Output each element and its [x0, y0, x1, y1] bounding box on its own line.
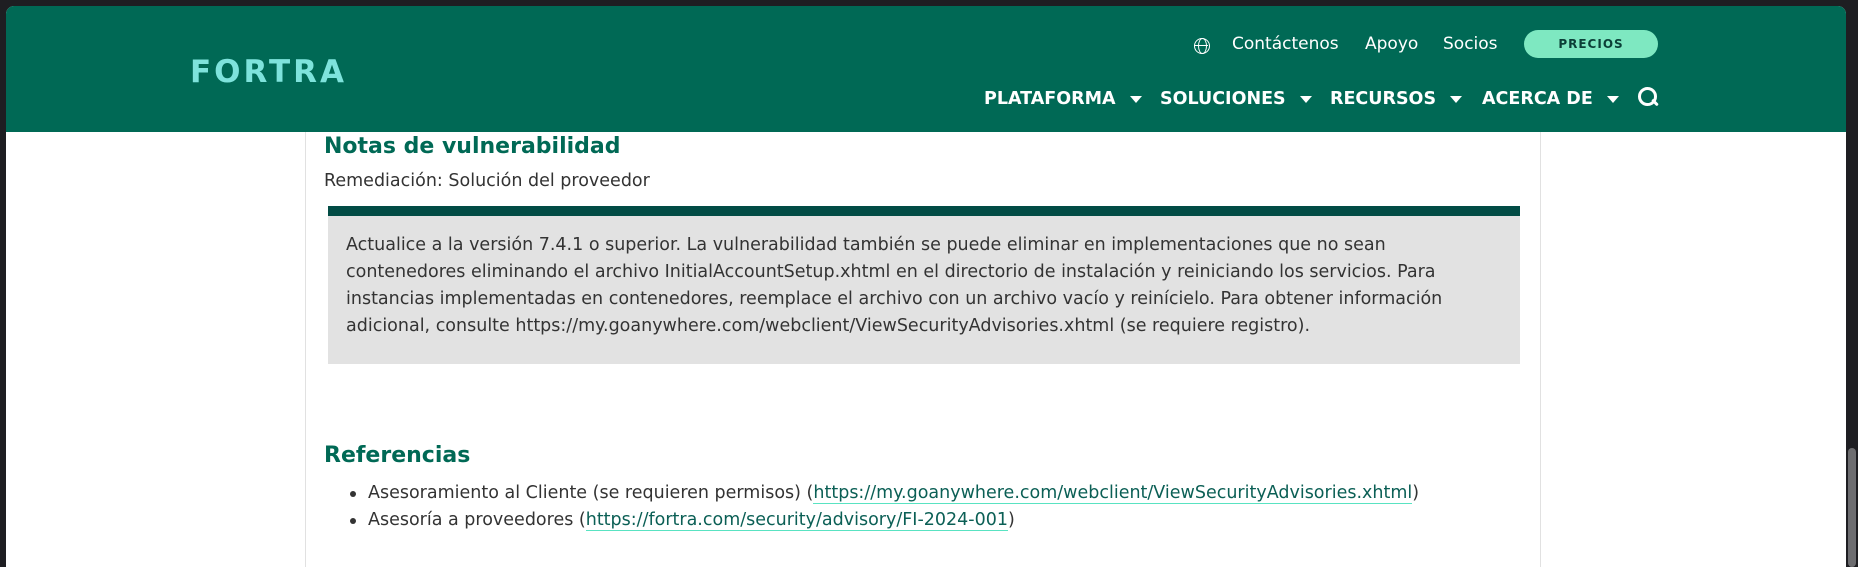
- nav-item-solutions[interactable]: SOLUCIONES: [1160, 89, 1312, 109]
- nav-label: ACERCA DE: [1482, 89, 1593, 109]
- reference-link[interactable]: https://fortra.com/security/advisory/FI-…: [585, 510, 1009, 531]
- reference-text: Asesoría a proveedores (: [368, 510, 586, 530]
- nav-item-about[interactable]: ACERCA DE: [1482, 89, 1619, 109]
- reference-suffix: ): [1412, 483, 1420, 503]
- caret-down-icon: [1129, 95, 1142, 103]
- partners-link[interactable]: Socios: [1443, 34, 1498, 54]
- references-list: Asesoramiento al Cliente (se requieren p…: [324, 480, 1419, 534]
- vulnerability-notes-heading: Notas de vulnerabilidad: [324, 134, 621, 159]
- caret-down-icon: [1606, 95, 1619, 103]
- list-item: Asesoramiento al Cliente (se requieren p…: [324, 480, 1419, 507]
- reference-text: Asesoramiento al Cliente (se requieren p…: [368, 483, 814, 503]
- reference-link[interactable]: https://my.goanywhere.com/webclient/View…: [813, 483, 1413, 504]
- remediation-text: Remediación: Solución del proveedor: [324, 171, 650, 191]
- caret-down-icon: [1299, 95, 1312, 103]
- nav-item-platform[interactable]: PLATAFORMA: [984, 89, 1142, 109]
- page: FORTRA Contáctenos Apoyo Socios PRECIOS …: [6, 6, 1846, 567]
- pricing-button[interactable]: PRECIOS: [1524, 30, 1658, 58]
- remediation-notice: Actualice a la versión 7.4.1 o superior.…: [328, 206, 1520, 364]
- nav-label: SOLUCIONES: [1160, 89, 1286, 109]
- nav-item-resources[interactable]: RECURSOS: [1330, 89, 1463, 109]
- globe-icon[interactable]: [1194, 38, 1210, 54]
- support-link[interactable]: Apoyo: [1365, 34, 1418, 54]
- fortra-logo[interactable]: FORTRA: [190, 54, 347, 90]
- nav-label: PLATAFORMA: [984, 89, 1116, 109]
- list-item: Asesoría a proveedores (https://fortra.c…: [324, 507, 1419, 534]
- search-icon[interactable]: [1638, 87, 1658, 107]
- contact-link[interactable]: Contáctenos: [1232, 34, 1339, 54]
- scrollbar-thumb[interactable]: [1848, 448, 1856, 567]
- site-header: FORTRA Contáctenos Apoyo Socios PRECIOS …: [6, 6, 1846, 132]
- nav-label: RECURSOS: [1330, 89, 1437, 109]
- caret-down-icon: [1450, 95, 1463, 103]
- references-heading: Referencias: [324, 443, 471, 468]
- reference-suffix: ): [1008, 510, 1015, 530]
